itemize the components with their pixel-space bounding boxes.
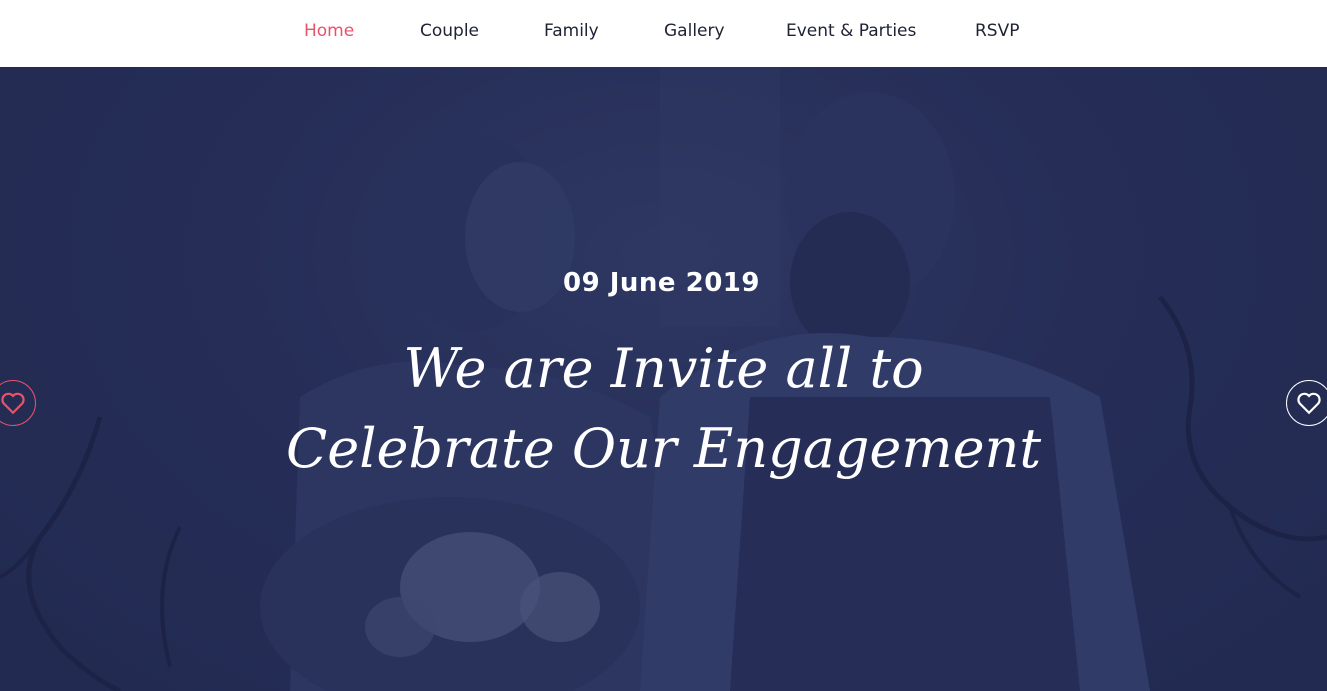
heart-icon xyxy=(1297,392,1321,415)
nav-home[interactable]: Home xyxy=(304,20,354,42)
top-navigation: Home Couple Family Gallery Event & Parti… xyxy=(0,0,1327,67)
heart-icon xyxy=(1,392,25,415)
hero-headline: We are Invite all to Celebrate Our Engag… xyxy=(0,329,1327,489)
headline-line-1: We are Invite all to xyxy=(403,337,924,400)
nav-family[interactable]: Family xyxy=(544,20,599,42)
nav-rsvp[interactable]: RSVP xyxy=(975,20,1019,42)
headline-line-2: Celebrate Our Engagement xyxy=(285,417,1042,480)
event-date: 09 June 2019 xyxy=(563,268,760,298)
slider-next-button[interactable] xyxy=(1286,380,1327,426)
hero-slider: 09 June 2019 We are Invite all to Celebr… xyxy=(0,67,1327,691)
nav-couple[interactable]: Couple xyxy=(420,20,479,42)
nav-event-parties[interactable]: Event & Parties xyxy=(786,20,916,42)
nav-gallery[interactable]: Gallery xyxy=(664,20,725,42)
